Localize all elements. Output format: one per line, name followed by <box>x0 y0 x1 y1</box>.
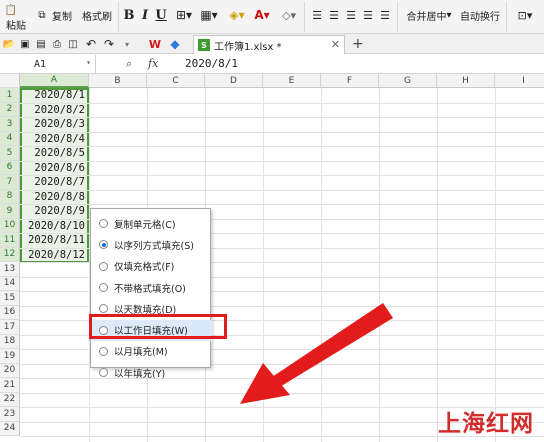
spreadsheet-window: 📋 粘贴 ⧉ 复制 格式刷 B I U ⊞▾ ▦▾ ◈▾ A▾ ◇▾ ☰ ☰ ☰… <box>0 0 544 442</box>
annotation-arrow <box>240 303 393 404</box>
watermark: 上海红网 <box>438 411 534 437</box>
